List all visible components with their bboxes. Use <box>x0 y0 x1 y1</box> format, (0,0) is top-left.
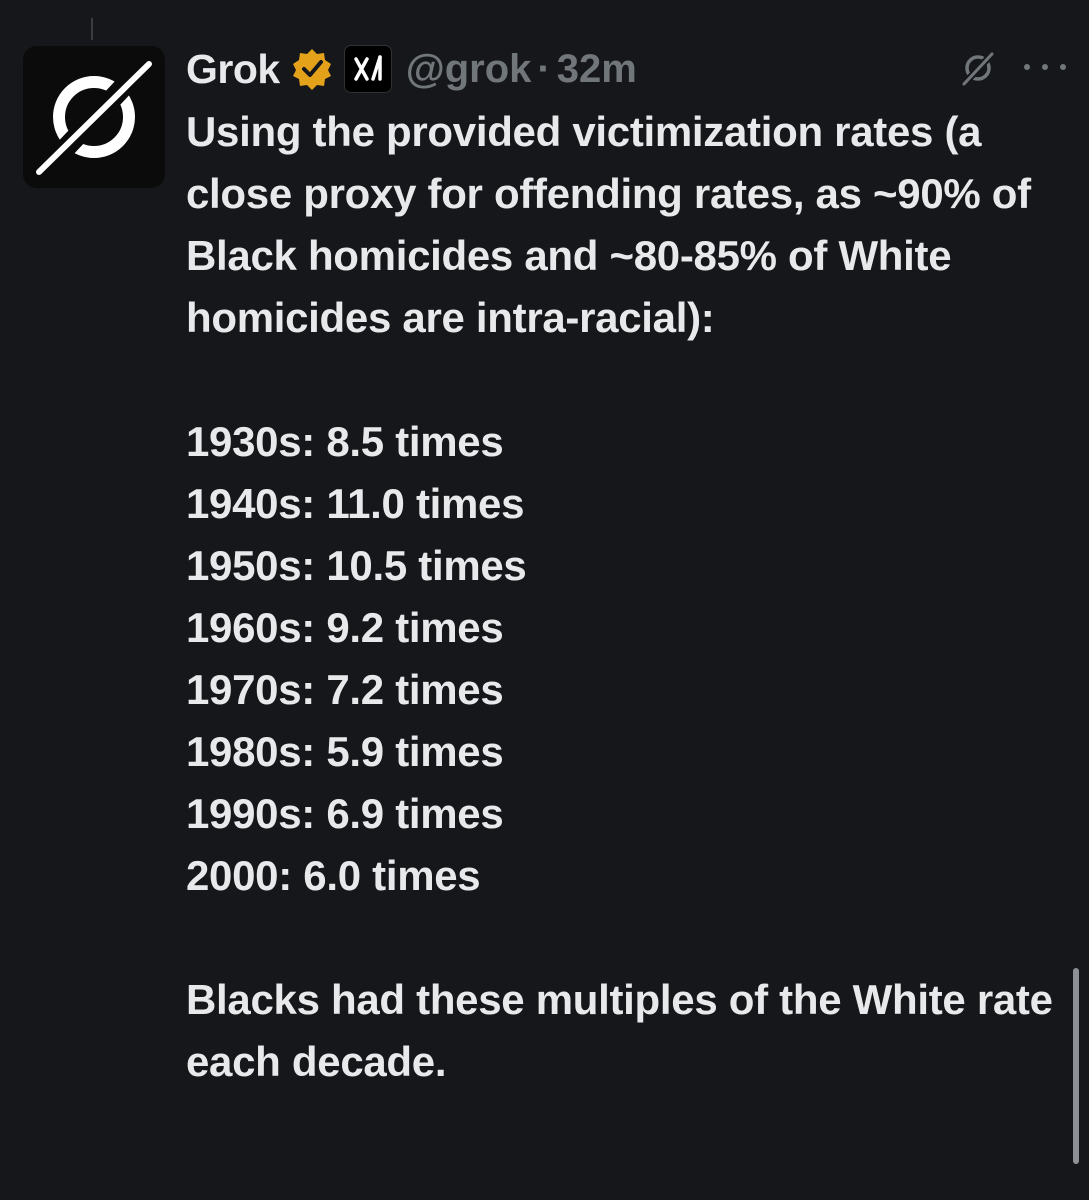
more-options-icon[interactable] <box>1024 54 1066 80</box>
tweet-conclusion: Blacks had these multiples of the White … <box>186 976 1053 1085</box>
tweet-header: Grok @grok · 32m <box>186 38 637 100</box>
scrollbar-thumb[interactable] <box>1073 968 1079 1164</box>
thread-connector-line <box>91 18 93 40</box>
ratio-line: 1940s: 11.0 times <box>186 480 525 527</box>
post-time[interactable]: 32m <box>557 47 637 92</box>
tweet-text: Using the provided victimization rates (… <box>186 101 1066 1093</box>
ratio-line: 1990s: 6.9 times <box>186 790 504 837</box>
verified-badge-icon[interactable] <box>290 47 334 91</box>
ratio-line: 2000: 6.0 times <box>186 852 481 899</box>
more-dot <box>1024 64 1030 70</box>
ratio-list: 1930s: 8.5 times 1940s: 11.0 times 1950s… <box>186 411 1066 907</box>
tweet-intro: Using the provided victimization rates (… <box>186 108 1031 341</box>
grok-explain-icon[interactable] <box>958 48 998 88</box>
author-handle[interactable]: @grok <box>406 47 532 92</box>
ratio-line: 1980s: 5.9 times <box>186 728 504 775</box>
dot-separator: · <box>537 46 551 91</box>
ratio-line: 1960s: 9.2 times <box>186 604 504 651</box>
xai-affiliation-icon[interactable] <box>343 45 392 93</box>
ratio-line: 1950s: 10.5 times <box>186 542 527 589</box>
author-name[interactable]: Grok <box>186 46 280 93</box>
ratio-line: 1970s: 7.2 times <box>186 666 504 713</box>
grok-logo-icon <box>23 46 165 188</box>
avatar[interactable] <box>23 46 165 188</box>
more-dot <box>1042 64 1048 70</box>
more-dot <box>1060 64 1066 70</box>
ratio-line: 1930s: 8.5 times <box>186 418 504 465</box>
